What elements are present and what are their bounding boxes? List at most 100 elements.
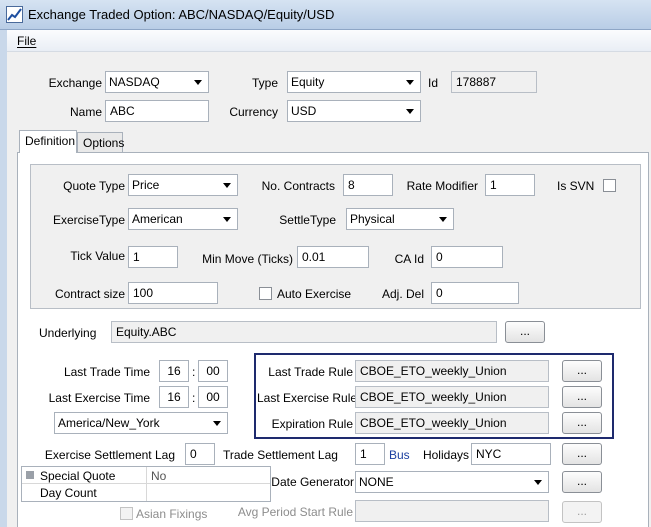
date-generator-select[interactable]: NONE (355, 471, 549, 493)
window-frame (0, 30, 7, 527)
tick-value-label: Tick Value (70, 249, 125, 263)
settle-type-select[interactable]: Physical (346, 208, 454, 230)
trade-settlement-lag-label: Trade Settlement Lag (223, 448, 338, 462)
chevron-down-icon (439, 217, 447, 222)
chevron-down-icon (406, 80, 414, 85)
auto-exercise-label: Auto Exercise (277, 287, 352, 301)
adj-del-label: Adj. Del (381, 287, 424, 301)
type-label: Type (251, 76, 278, 90)
last-trade-hour-field[interactable]: 16 (159, 360, 189, 382)
app-icon (6, 6, 23, 23)
asian-fixings-label: Asian Fixings (136, 507, 208, 521)
business-days-label: Bus (389, 448, 410, 462)
id-label: Id (428, 76, 439, 90)
chevron-down-icon (213, 421, 221, 426)
last-trade-minute-field[interactable]: 00 (198, 360, 228, 382)
no-contracts-field[interactable]: 8 (343, 174, 393, 196)
ca-id-label: CA Id (394, 252, 424, 266)
holidays-label: Holidays (422, 448, 469, 462)
min-move-field[interactable]: 0.01 (297, 246, 369, 268)
expiration-rule-button[interactable]: ... (562, 412, 602, 434)
exchange-select[interactable]: NASDAQ (105, 71, 209, 93)
is-svn-label: Is SVN (557, 179, 595, 193)
quote-type-value: Price (132, 178, 160, 192)
expiration-rule-field: CBOE_ETO_weekly_Union (355, 412, 549, 434)
is-svn-checkbox[interactable] (603, 179, 616, 192)
avg-period-start-rule-label: Avg Period Start Rule (237, 505, 353, 519)
chevron-down-icon (194, 80, 202, 85)
date-generator-label: Date Generator (271, 475, 354, 489)
property-name: Special Quote (40, 469, 116, 483)
no-contracts-label: No. Contracts (261, 179, 335, 193)
menu-file[interactable]: File (17, 34, 36, 48)
tab-options[interactable]: Options (77, 132, 124, 153)
auto-exercise-checkbox[interactable] (259, 287, 272, 300)
min-move-label: Min Move (Ticks) (202, 252, 293, 266)
avg-period-start-rule-button[interactable]: ... (562, 501, 602, 523)
date-generator-value: NONE (359, 475, 394, 489)
rate-modifier-label: Rate Modifier (406, 179, 478, 193)
holidays-button[interactable]: ... (562, 443, 602, 465)
tick-value-field[interactable]: 1 (128, 246, 178, 268)
last-exercise-time-label: Last Exercise Time (48, 391, 150, 405)
last-exercise-minute-field[interactable]: 00 (198, 386, 228, 408)
settle-type-value: Physical (350, 212, 395, 226)
timezone-value: America/New_York (58, 416, 160, 430)
timezone-select[interactable]: America/New_York (54, 412, 228, 434)
content-area: Exchange NASDAQ Type Equity Id 178887 Na… (7, 52, 651, 527)
quote-type-select[interactable]: Price (128, 174, 238, 196)
property-value: No (151, 469, 167, 483)
exercise-type-value: American (132, 212, 183, 226)
currency-select[interactable]: USD (287, 100, 421, 122)
exchange-value: NASDAQ (109, 75, 160, 89)
underlying-label: Underlying (39, 326, 97, 340)
trade-settlement-lag-field[interactable]: 1 (355, 443, 385, 465)
rate-modifier-field[interactable]: 1 (485, 174, 535, 196)
type-value: Equity (291, 75, 325, 89)
underlying-browse-button[interactable]: ... (505, 321, 545, 343)
underlying-field: Equity.ABC (111, 321, 497, 343)
last-trade-rule-field: CBOE_ETO_weekly_Union (355, 360, 549, 382)
last-exercise-hour-field[interactable]: 16 (159, 386, 189, 408)
ca-id-field[interactable]: 0 (431, 246, 503, 268)
chevron-down-icon (223, 217, 231, 222)
date-generator-button[interactable]: ... (562, 471, 602, 493)
exercise-type-select[interactable]: American (128, 208, 238, 230)
table-row[interactable]: Special Quote No (22, 467, 270, 501)
time-separator: : (192, 391, 196, 405)
last-exercise-rule-button[interactable]: ... (562, 386, 602, 408)
last-trade-rule-label: Last Trade Rule (268, 365, 353, 379)
chevron-down-icon (223, 183, 231, 188)
exercise-type-label: ExerciseType (52, 213, 125, 227)
currency-label: Currency (229, 105, 278, 119)
asian-fixings-checkbox[interactable] (120, 507, 133, 520)
window-title: Exchange Traded Option: ABC/NASDAQ/Equit… (28, 7, 335, 22)
chevron-down-icon (406, 109, 414, 114)
exercise-settlement-lag-field[interactable]: 0 (185, 443, 215, 465)
table-row[interactable]: Day Count (22, 484, 270, 501)
last-exercise-rule-label: Last Exercise Rule (257, 391, 358, 405)
adj-del-field[interactable]: 0 (431, 282, 519, 304)
holidays-field[interactable]: NYC (471, 443, 551, 465)
quote-type-label: Quote Type (63, 179, 125, 193)
name-label: Name (69, 105, 102, 119)
last-trade-time-label: Last Trade Time (63, 365, 150, 379)
tab-definition[interactable]: Definition (19, 130, 77, 153)
properties-grid: Special Quote No Day Count (21, 466, 271, 502)
id-field: 178887 (451, 71, 537, 93)
contract-size-field[interactable]: 100 (128, 282, 218, 304)
type-select[interactable]: Equity (287, 71, 421, 93)
currency-value: USD (291, 104, 317, 118)
avg-period-start-rule-field (355, 500, 549, 522)
expiration-rule-label: Expiration Rule (271, 417, 353, 431)
menu-bar: File (7, 30, 651, 52)
chevron-down-icon (534, 480, 542, 485)
row-marker-icon (26, 471, 34, 479)
exchange-label: Exchange (48, 76, 102, 90)
last-trade-rule-button[interactable]: ... (562, 360, 602, 382)
property-name: Day Count (40, 486, 97, 500)
exercise-settlement-lag-label: Exercise Settlement Lag (44, 448, 175, 462)
last-exercise-rule-field: CBOE_ETO_weekly_Union (355, 386, 549, 408)
contract-size-label: Contract size (54, 287, 125, 301)
name-field[interactable]: ABC (105, 100, 209, 122)
